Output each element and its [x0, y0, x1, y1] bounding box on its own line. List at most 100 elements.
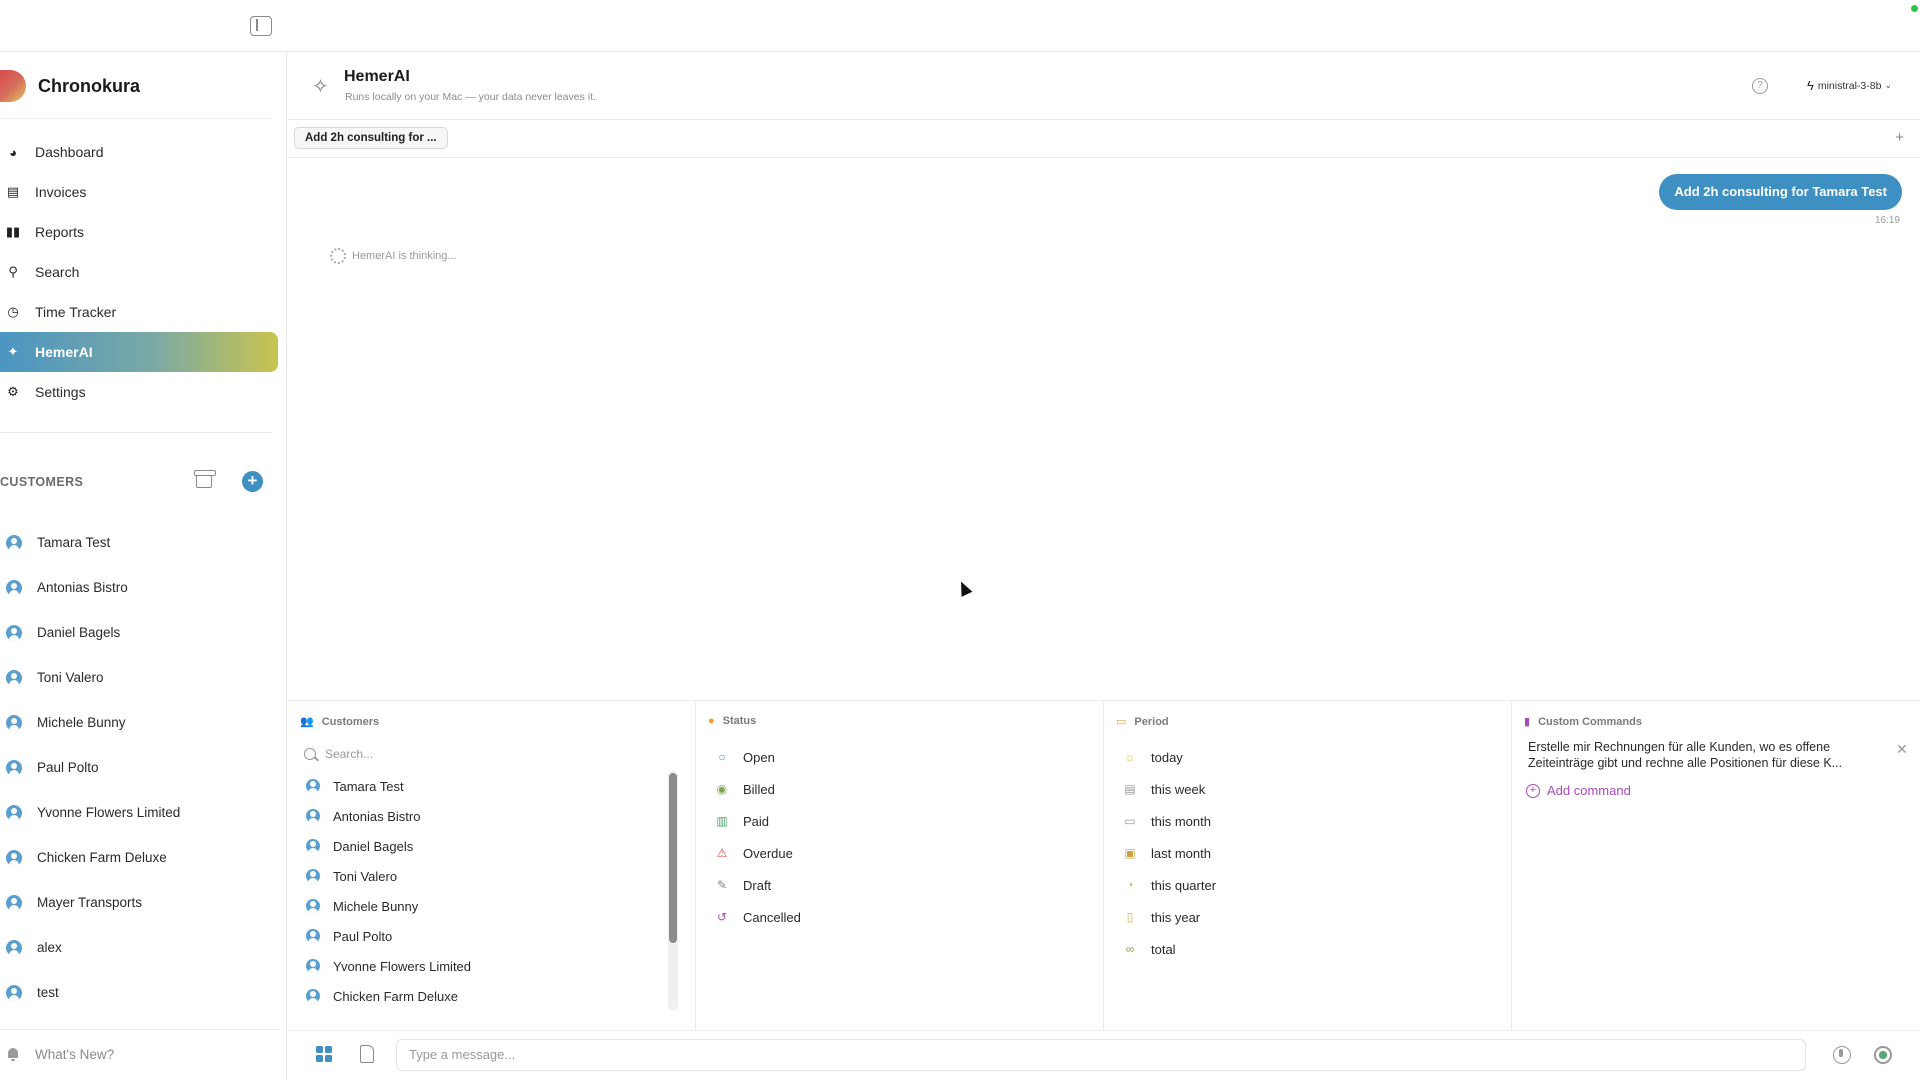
mouse-cursor-icon [955, 579, 973, 597]
add-customer-button[interactable]: + [242, 471, 263, 492]
status-indicator-icon [1911, 5, 1918, 12]
nav-item-dashboard[interactable]: ◕ Dashboard [0, 132, 280, 172]
customer-search-input[interactable]: Search... [300, 741, 691, 767]
calendar-icon: ▭ [1124, 814, 1136, 828]
customer-item[interactable]: Toni Valero [0, 655, 280, 700]
whats-new-link[interactable]: What's New? [0, 1029, 280, 1079]
person-icon [306, 809, 320, 823]
customer-option-label: Antonias Bistro [333, 808, 421, 824]
period-option-this-week[interactable]: ▤ this week [1116, 773, 1507, 805]
microphone-icon[interactable] [1833, 1046, 1851, 1064]
add-command-button[interactable]: + Add command [1526, 783, 1916, 798]
column-title: Customers [321, 715, 380, 728]
main-area: ✧ HemerAI Runs locally on your Mac — you… [288, 52, 1920, 1080]
customer-option[interactable]: Chicken Farm Deluxe [300, 981, 691, 1011]
period-option-last-month[interactable]: ▣ last month [1116, 837, 1507, 869]
attach-document-icon[interactable] [360, 1045, 374, 1063]
customer-item[interactable]: alex [0, 925, 280, 970]
sidebar-toggle-icon[interactable] [250, 16, 272, 36]
person-icon [6, 804, 22, 821]
send-icon[interactable] [1874, 1046, 1892, 1064]
period-option-total[interactable]: ∞ total [1116, 933, 1507, 965]
customer-name: Paul Polto [37, 760, 99, 775]
nav-item-reports[interactable]: ▮▮ Reports [0, 212, 280, 252]
brand: Chronokura [0, 68, 140, 104]
status-option-billed[interactable]: ◉ Billed [708, 773, 1099, 805]
people-icon: 👥 [300, 716, 314, 728]
custom-command-item[interactable]: Erstelle mir Rechnungen für alle Kunden,… [1524, 739, 1916, 771]
person-icon [306, 959, 320, 973]
gear-icon: ⚙ [7, 384, 19, 399]
status-option-paid[interactable]: ▥ Paid [708, 805, 1099, 837]
customer-option-label: Yvonne Flowers Limited [333, 958, 472, 974]
nav-item-hemerai[interactable]: ✦ HemerAI [0, 332, 278, 372]
customer-item[interactable]: Mayer Transports [0, 880, 280, 925]
chevron-down-icon: ⌄ [1884, 80, 1892, 90]
person-icon [6, 984, 22, 1001]
nav-item-search[interactable]: ⚲ Search [0, 252, 280, 292]
apps-grid-icon[interactable] [316, 1046, 332, 1062]
period-option-this-quarter[interactable]: ◔ this quarter [1116, 869, 1507, 901]
period-column-body: ☼ today ▤ this week ▭ this month ▣ last mont… [1116, 741, 1507, 965]
period-option-this-month[interactable]: ▭ this month [1116, 805, 1507, 837]
archive-icon[interactable] [194, 470, 216, 488]
customer-option[interactable]: Yvonne Flowers Limited [300, 951, 691, 981]
message-input[interactable]: Type a message... [396, 1039, 1806, 1071]
status-label: Paid [743, 813, 770, 829]
chat-tab[interactable]: Add 2h consulting for ... [294, 127, 448, 149]
whats-new-label: What's New? [35, 1047, 115, 1062]
bolt-icon: ϟ [1806, 78, 1814, 93]
person-icon [6, 534, 22, 551]
model-selector[interactable]: ϟ ministral-3-8b ⌄ [1807, 78, 1892, 93]
message-composer: Type a message... [288, 1030, 1920, 1080]
customer-option[interactable]: Tamara Test [300, 771, 691, 801]
customer-name: Michele Bunny [37, 715, 126, 730]
scrollbar-thumb[interactable] [669, 773, 677, 943]
new-chat-tab-icon[interactable]: + [1895, 129, 1904, 146]
person-icon [306, 929, 320, 943]
customer-item[interactable]: Daniel Bagels [0, 610, 280, 655]
column-title: Custom Commands [1538, 715, 1642, 728]
status-option-overdue[interactable]: ⚠ Overdue [708, 837, 1099, 869]
thinking-indicator: HemerAI is thinking... [330, 248, 457, 264]
pie-chart-icon: ◕ [9, 144, 17, 160]
nav-item-settings[interactable]: ⚙ Settings [0, 372, 280, 412]
customer-option-label: Chicken Farm Deluxe [333, 988, 458, 1004]
status-option-draft[interactable]: ✎ Draft [708, 869, 1099, 901]
column-header: ▭ Period [1116, 715, 1169, 729]
period-label: this week [1151, 781, 1206, 797]
period-label: this year [1151, 909, 1201, 925]
plus-circle-icon: + [1526, 783, 1540, 798]
customer-option[interactable]: Antonias Bistro [300, 801, 691, 831]
customer-item[interactable]: Michele Bunny [0, 700, 280, 745]
customer-name: Chicken Farm Deluxe [37, 850, 167, 865]
quick-filter-panel: 👥 Customers Search... Tamara Test Antoni… [288, 700, 1920, 1031]
period-option-this-year[interactable]: ▯ this year [1116, 901, 1507, 933]
period-option-today[interactable]: ☼ today [1116, 741, 1507, 773]
status-option-cancelled[interactable]: ↺ Cancelled [708, 901, 1099, 933]
quarter-icon: ◔ [1126, 878, 1134, 892]
status-option-open[interactable]: ○ Open [708, 741, 1099, 773]
app-name: Chronokura [38, 75, 141, 96]
customer-item[interactable]: Yvonne Flowers Limited [0, 790, 280, 835]
customer-item[interactable]: Tamara Test [0, 520, 280, 565]
customer-option[interactable]: Paul Polto [300, 921, 691, 951]
nav-item-invoices[interactable]: ▤ Invoices [0, 172, 280, 212]
infinity-icon: ∞ [1125, 942, 1135, 956]
nav-label: Settings [35, 384, 86, 400]
period-label: this month [1151, 813, 1211, 829]
customer-option[interactable]: Daniel Bagels [300, 831, 691, 861]
customer-item[interactable]: test [0, 970, 280, 1015]
customer-option[interactable]: Toni Valero [300, 861, 691, 891]
help-icon[interactable]: ? [1752, 78, 1768, 94]
customer-item[interactable]: Antonias Bistro [0, 565, 280, 610]
divider [0, 118, 272, 119]
nav-item-time-tracker[interactable]: ◷ Time Tracker [0, 292, 280, 332]
close-icon[interactable]: ✕ [1896, 741, 1908, 758]
customer-item[interactable]: Paul Polto [0, 745, 280, 790]
person-icon [306, 899, 320, 913]
customer-item[interactable]: Chicken Farm Deluxe [0, 835, 280, 880]
status-label: Open [743, 749, 775, 765]
customer-name: Tamara Test [37, 535, 111, 550]
customer-option[interactable]: Michele Bunny [300, 891, 691, 921]
